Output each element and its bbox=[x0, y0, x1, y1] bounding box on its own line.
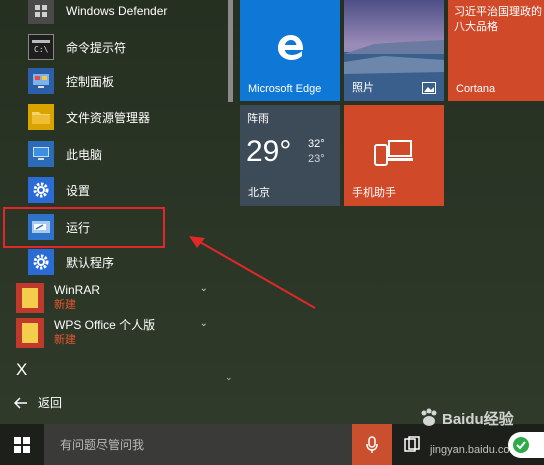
terminal-icon: C:\ bbox=[28, 34, 54, 60]
group-label: WPS Office 个人版 bbox=[54, 318, 156, 332]
document-icon bbox=[16, 283, 44, 313]
paw-icon bbox=[421, 408, 437, 426]
control-panel-icon bbox=[28, 68, 54, 94]
weather-low: 23° bbox=[308, 153, 325, 165]
tile-cortana[interactable]: 习近平治国理政的八大品格 Cortana bbox=[448, 0, 544, 101]
tile-label: 手机助手 bbox=[352, 187, 396, 199]
search-placeholder: 有问题尽管问我 bbox=[60, 438, 145, 452]
tile-weather[interactable]: 阵雨 29° 32° 23° 北京 bbox=[240, 105, 340, 206]
app-item-settings[interactable]: 设置 bbox=[28, 174, 228, 206]
back-button[interactable]: 返回 bbox=[14, 394, 62, 411]
scrollbar-thumb[interactable] bbox=[228, 0, 233, 102]
folder-icon bbox=[28, 104, 54, 130]
tile-phone-companion[interactable]: 手机助手 bbox=[344, 105, 444, 206]
start-button[interactable] bbox=[0, 424, 44, 465]
letter-header[interactable]: X bbox=[16, 360, 27, 380]
back-arrow-icon bbox=[14, 396, 27, 409]
notification-badge bbox=[508, 432, 544, 458]
document-icon bbox=[16, 318, 44, 348]
chevron-down-icon[interactable]: ⌄ bbox=[200, 318, 208, 329]
app-item-label: 文件资源管理器 bbox=[66, 110, 151, 125]
app-item-label: 控制面板 bbox=[66, 74, 115, 89]
app-item-file-explorer[interactable]: 文件资源管理器 bbox=[28, 101, 228, 133]
weather-condition: 阵雨 bbox=[247, 113, 269, 125]
task-view-icon bbox=[404, 436, 420, 452]
app-item-label: 默认程序 bbox=[66, 255, 115, 270]
new-badge: 新建 bbox=[54, 299, 76, 311]
windows-logo-icon bbox=[14, 436, 30, 453]
svg-text:C:\: C:\ bbox=[34, 45, 49, 54]
microphone-button[interactable] bbox=[352, 424, 392, 465]
gear-icon bbox=[28, 177, 54, 203]
photos-icon bbox=[422, 82, 436, 94]
app-item-label: 此电脑 bbox=[66, 147, 103, 162]
microphone-icon bbox=[366, 435, 378, 453]
check-icon bbox=[513, 437, 529, 453]
app-item-label: 设置 bbox=[66, 183, 91, 198]
back-label: 返回 bbox=[38, 396, 63, 410]
app-item-windows-defender[interactable]: Windows Defender bbox=[28, 0, 228, 27]
gear-icon bbox=[28, 249, 54, 275]
weather-high: 32° bbox=[308, 138, 325, 150]
app-item-label: Windows Defender bbox=[66, 4, 168, 18]
weather-temperature: 29° bbox=[246, 135, 292, 168]
watermark-brand: Baidu经验 bbox=[442, 410, 514, 428]
start-menu: Windows Defender C:\ 命令提示符 控制面板 文件资源管理器 … bbox=[0, 0, 544, 424]
chevron-down-icon[interactable]: ⌄ bbox=[225, 372, 233, 383]
edge-logo-icon bbox=[278, 35, 304, 60]
app-item-this-pc[interactable]: 此电脑 bbox=[28, 138, 228, 170]
weather-city: 北京 bbox=[248, 187, 270, 199]
computer-icon bbox=[28, 141, 54, 167]
app-item-control-panel[interactable]: 控制面板 bbox=[28, 65, 228, 97]
task-view-button[interactable] bbox=[402, 434, 424, 456]
tile-label: 照片 bbox=[352, 82, 374, 94]
search-input[interactable]: 有问题尽管问我 bbox=[44, 424, 354, 465]
app-group-wps-office[interactable]: WPS Office 个人版 新建 ⌄ bbox=[16, 316, 216, 350]
news-headline: 习近平治国理政的八大品格 bbox=[454, 6, 542, 33]
scrollbar[interactable]: ⌄ bbox=[224, 0, 236, 388]
shield-icon bbox=[28, 0, 54, 24]
new-badge: 新建 bbox=[54, 334, 76, 346]
phone-companion-icon bbox=[374, 140, 413, 166]
group-label: WinRAR bbox=[54, 283, 101, 297]
tile-label: Microsoft Edge bbox=[248, 83, 322, 95]
baidu-watermark: Baidu经验 bbox=[418, 407, 514, 429]
tile-microsoft-edge[interactable]: Microsoft Edge bbox=[240, 0, 340, 101]
watermark-url: jingyan.baidu.com bbox=[430, 444, 519, 456]
tile-photos[interactable]: 照片 bbox=[344, 0, 444, 101]
app-item-label: 命令提示符 bbox=[66, 40, 127, 55]
tile-label: Cortana bbox=[456, 83, 496, 95]
annotation-arrow bbox=[189, 236, 316, 309]
app-item-command-prompt[interactable]: C:\ 命令提示符 bbox=[28, 31, 228, 63]
highlight-box bbox=[3, 207, 165, 248]
